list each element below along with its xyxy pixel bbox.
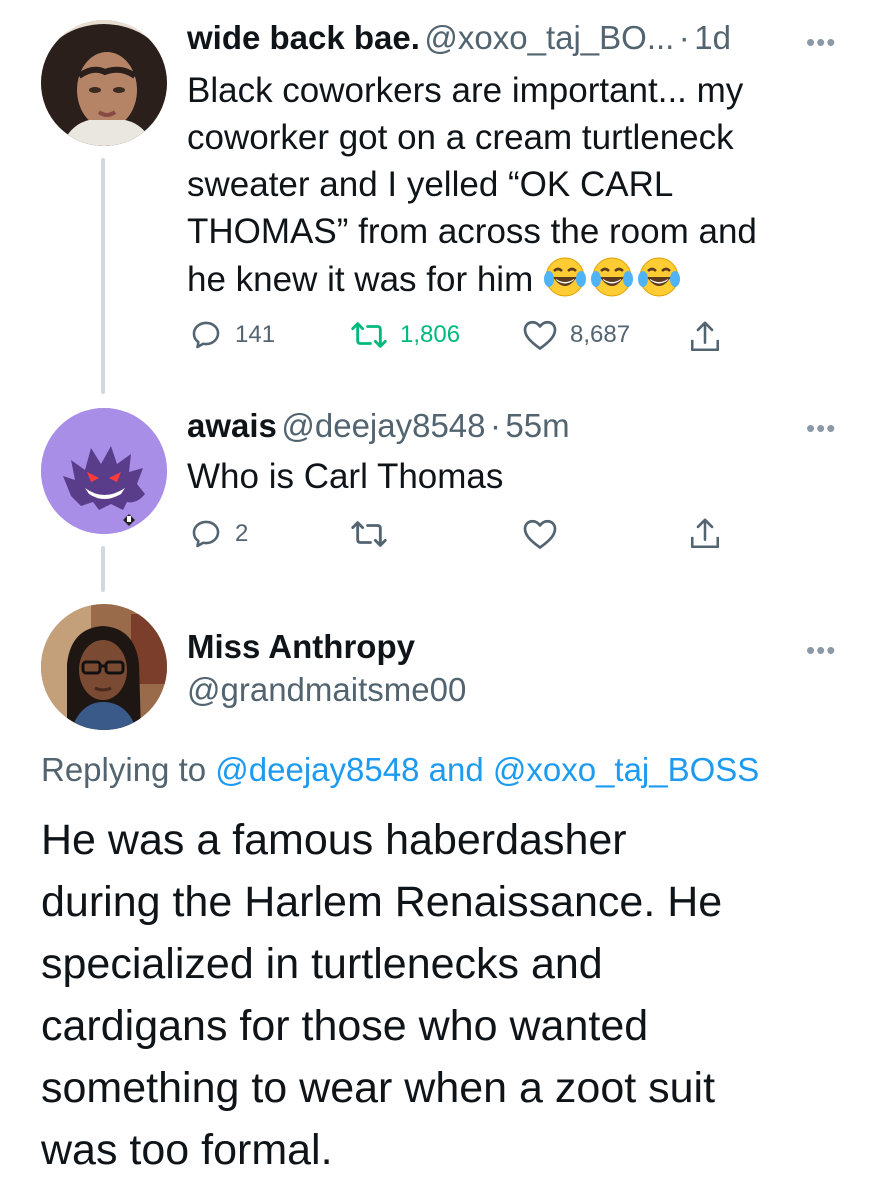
retweet-button[interactable]: 1,806 [350,318,460,352]
thread-line-2 [101,546,105,592]
like-icon [523,519,557,549]
display-name[interactable]: wide back bae. [187,19,420,56]
avatar-photo [41,604,167,730]
tweet-header: awais @deejay8548 · 55m [187,406,570,453]
reply-count: 2 [235,520,249,547]
separator: · [678,19,690,56]
more-options-icon[interactable]: ••• [806,29,836,55]
tweet-text-line: THOMAS” from across the room and [187,212,757,251]
tweet-text-line: Black coworkers are important... my [187,71,744,110]
tweet-text-line: He was a famous haberdasher [41,816,627,864]
reply-button[interactable]: 2 [189,517,248,551]
share-icon [690,518,720,549]
laughing-emoji-icon [543,257,586,297]
tweet-text-line: specialized in turtlenecks and [41,940,603,988]
like-button[interactable] [522,517,558,551]
tweet-header: wide back bae. @xoxo_taj_BO... · 1d [187,18,731,65]
tweet-text-line: coworker got on a cream turtleneck [187,118,734,157]
avatar[interactable] [41,20,167,146]
laughing-emoji-icon [637,257,680,297]
retweet-icon [351,322,387,348]
avatar[interactable] [41,408,167,534]
replying-to: Replying to @deejay8548 and @xoxo_taj_BO… [41,750,759,790]
timestamp[interactable]: 1d [694,19,731,56]
replying-and[interactable]: and [429,751,484,788]
display-name[interactable]: awais [187,407,277,444]
retweet-button[interactable] [350,517,388,551]
username[interactable]: @xoxo_taj_BO... [424,19,674,56]
username[interactable]: @deejay8548 [281,407,485,444]
gengar-avatar-icon [41,408,167,534]
avatar[interactable] [41,604,167,730]
username[interactable]: @grandmaitsme00 [187,670,466,710]
emoji-group [543,257,684,299]
share-button[interactable] [688,515,722,553]
tweet-text-line: something to wear when a zoot suit [41,1064,716,1112]
avatar-photo [41,20,167,146]
tweet-text-line: sweater and I yelled “OK CARL [187,165,674,204]
tweet-text-line: cardigans for those who wanted [41,1002,649,1050]
display-name[interactable]: Miss Anthropy [187,627,415,667]
share-button[interactable] [688,318,722,356]
tweet-text-line: he knew it was for him [187,255,857,303]
timestamp[interactable]: 55m [505,407,569,444]
like-icon [523,320,557,350]
tweet-text-line: during the Harlem Renaissance. He [41,878,723,926]
share-icon [690,321,720,352]
retweet-count: 1,806 [400,321,461,348]
more-options-icon[interactable]: ••• [806,415,836,441]
tweet-text: Who is Carl Thomas [187,457,504,496]
like-count: 8,687 [570,321,631,348]
reply-icon [192,520,220,548]
focus-tweet-text: He was a famous haberdasher during the H… [41,809,871,1181]
laughing-emoji-icon [590,257,633,297]
reply-icon [192,321,220,349]
reply-count: 141 [235,321,276,348]
reply-button[interactable]: 141 [189,318,275,352]
separator: · [489,407,501,444]
mention-link[interactable]: @deejay8548 [215,751,419,788]
retweet-icon [351,521,387,547]
mention-link[interactable]: @xoxo_taj_BOSS [493,751,759,788]
tweet-text-last: he knew it was for him [187,260,534,299]
thread-line-1 [101,158,105,394]
more-options-icon[interactable]: ••• [806,637,836,663]
tweet-text: Black coworkers are important... my cowo… [187,67,857,303]
replying-prefix: Replying to [41,751,207,788]
like-button[interactable]: 8,687 [522,318,630,352]
tweet-text-line: was too formal. [41,1126,333,1174]
